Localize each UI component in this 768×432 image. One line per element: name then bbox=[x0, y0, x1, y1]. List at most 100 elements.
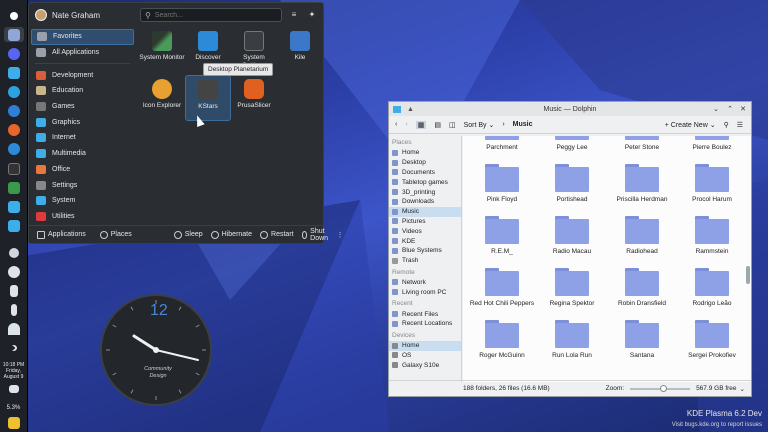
more-icon[interactable]: ⋮ bbox=[336, 231, 343, 239]
place-music[interactable]: Music bbox=[389, 206, 461, 217]
place-downloads[interactable]: Downloads bbox=[389, 197, 461, 207]
folder-item[interactable]: Santana bbox=[607, 320, 677, 360]
restart-button[interactable]: Restart bbox=[260, 230, 294, 239]
app-launcher-icon[interactable] bbox=[4, 8, 24, 23]
folder-item[interactable]: Regina Spektor bbox=[537, 268, 607, 308]
category-all-applications[interactable]: All Applications bbox=[31, 45, 134, 61]
settings-icon[interactable] bbox=[4, 142, 24, 157]
category-settings[interactable]: Settings bbox=[31, 177, 134, 193]
app-icon-explorer[interactable]: Icon Explorer bbox=[139, 79, 185, 110]
place-videos[interactable]: Videos bbox=[389, 226, 461, 236]
app-discover[interactable]: Discover bbox=[185, 31, 231, 62]
scrollbar[interactable] bbox=[746, 136, 750, 382]
place-documents[interactable]: Documents bbox=[389, 168, 461, 178]
cloud-icon[interactable] bbox=[4, 264, 24, 279]
user-switch-icon[interactable] bbox=[4, 382, 24, 397]
chat-icon[interactable] bbox=[4, 65, 24, 80]
kleopatra-icon[interactable] bbox=[4, 180, 24, 195]
remote-network[interactable]: Network bbox=[389, 278, 461, 288]
folder-item[interactable]: Run Lola Run bbox=[537, 320, 607, 360]
folder-item[interactable]: Red Hot Chili Peppers bbox=[467, 268, 537, 308]
folder-item[interactable]: Peter Stone bbox=[607, 136, 677, 152]
category-games[interactable]: Games bbox=[31, 99, 134, 115]
chevron-down-icon[interactable]: ⌄ bbox=[740, 385, 745, 393]
folder-item[interactable]: Portishead bbox=[537, 164, 607, 204]
split-view-icon[interactable]: ◫ bbox=[449, 121, 456, 129]
remote-living-room-pc[interactable]: Living room PC bbox=[389, 287, 461, 297]
place-pictures[interactable]: Pictures bbox=[389, 217, 461, 227]
search-field[interactable]: ⚲ bbox=[140, 8, 282, 22]
category-multimedia[interactable]: Multimedia bbox=[31, 146, 134, 162]
notes-icon[interactable] bbox=[4, 218, 24, 233]
pin-icon[interactable]: ✦ bbox=[306, 9, 318, 21]
category-graphics[interactable]: Graphics bbox=[31, 114, 134, 130]
titlebar[interactable]: ▲ Music — Dolphin ⌄ ⌃ ✕ bbox=[389, 102, 751, 116]
firefox-icon[interactable] bbox=[4, 123, 24, 138]
folder-item[interactable]: Parchment bbox=[467, 136, 537, 152]
window-icon[interactable] bbox=[3, 27, 24, 43]
app-kile[interactable]: Kile bbox=[277, 31, 323, 62]
recent-locations[interactable]: Recent Locations bbox=[389, 319, 461, 329]
terminal-icon[interactable] bbox=[4, 161, 24, 176]
places-tab[interactable]: Places bbox=[99, 230, 132, 239]
folder-item[interactable]: Robin Dransfield bbox=[607, 268, 677, 308]
browser-icon[interactable] bbox=[4, 104, 24, 119]
place-desktop[interactable]: Desktop bbox=[389, 158, 461, 168]
category-office[interactable]: Office bbox=[31, 162, 134, 178]
telegram-icon[interactable] bbox=[4, 85, 24, 100]
folder-item[interactable]: Pierre Boulez bbox=[677, 136, 747, 152]
category-education[interactable]: Education bbox=[31, 83, 134, 99]
icon-view-icon[interactable]: ▦ bbox=[415, 120, 427, 129]
scrollbar-thumb[interactable] bbox=[746, 266, 750, 284]
app-kstars[interactable]: KStars bbox=[185, 75, 231, 121]
device-galaxy-s10e[interactable]: Galaxy S10e bbox=[389, 360, 461, 370]
applications-tab[interactable]: Applications bbox=[37, 230, 86, 239]
analog-clock-widget[interactable]: 12 Community Design bbox=[100, 294, 212, 406]
place-home[interactable]: Home bbox=[389, 148, 461, 158]
close-icon[interactable]: ✕ bbox=[740, 105, 746, 113]
folder-item[interactable]: Peggy Lee bbox=[537, 136, 607, 152]
shutdown-button[interactable]: Shut Down bbox=[301, 228, 331, 242]
back-icon[interactable]: ‹ bbox=[395, 121, 397, 128]
category-favorites[interactable]: Favorites bbox=[31, 29, 134, 45]
place-kde[interactable]: KDE bbox=[389, 236, 461, 246]
panel-clock[interactable]: 10:18 PM Friday, August 9 bbox=[3, 362, 24, 380]
category-utilities[interactable]: Utilities bbox=[31, 209, 134, 225]
search-input[interactable] bbox=[154, 11, 265, 19]
place-trash[interactable]: Trash bbox=[389, 256, 461, 266]
maximize-icon[interactable]: ⌃ bbox=[727, 105, 733, 113]
bluetooth-icon[interactable] bbox=[4, 302, 24, 317]
wifi-icon[interactable] bbox=[4, 322, 24, 337]
folder-item[interactable]: Sergei Prokofiev bbox=[677, 320, 747, 360]
folder-item[interactable]: Roger McGuinn bbox=[467, 320, 537, 360]
create-new-button[interactable]: + Create New ⌄ bbox=[665, 121, 716, 129]
folder-item[interactable]: Radiohead bbox=[607, 216, 677, 256]
zoom-slider[interactable] bbox=[630, 384, 691, 392]
category-development[interactable]: Development bbox=[31, 67, 134, 83]
minimize-icon[interactable]: ⌄ bbox=[713, 105, 719, 113]
folder-item[interactable]: Radio Macau bbox=[537, 216, 607, 256]
zoom-slider-handle[interactable] bbox=[660, 384, 668, 392]
document-icon[interactable] bbox=[4, 199, 24, 214]
category-internet[interactable]: Internet bbox=[31, 130, 134, 146]
volume-icon[interactable] bbox=[4, 283, 24, 298]
app-prusaslicer[interactable]: PrusaSlicer bbox=[231, 79, 277, 110]
folder-item[interactable]: Pink Floyd bbox=[467, 164, 537, 204]
app-system-monitor[interactable]: System Monitor bbox=[139, 31, 185, 62]
sync-icon[interactable] bbox=[4, 245, 24, 260]
recent-files[interactable]: Recent Files bbox=[389, 309, 461, 319]
sort-by-button[interactable]: Sort By ⌄ bbox=[464, 121, 495, 129]
device-os[interactable]: OS bbox=[389, 351, 461, 361]
folder-item[interactable]: Rammstein bbox=[677, 216, 747, 256]
expand-tray-icon[interactable] bbox=[4, 341, 24, 356]
folder-item[interactable]: Rodrigo Leão bbox=[677, 268, 747, 308]
discord-icon[interactable] bbox=[4, 46, 24, 61]
compact-view-icon[interactable]: ▤ bbox=[434, 121, 441, 129]
breadcrumb[interactable]: Music bbox=[513, 121, 533, 128]
hamburger-menu-icon[interactable]: ☰ bbox=[737, 121, 743, 129]
forward-icon[interactable]: › bbox=[405, 121, 407, 128]
place-blue-systems[interactable]: Blue Systems bbox=[389, 246, 461, 256]
folder-item[interactable]: R.E.M_ bbox=[467, 216, 537, 256]
hibernate-button[interactable]: Hibernate bbox=[210, 230, 252, 239]
configure-icon[interactable]: ≡ bbox=[288, 9, 300, 21]
